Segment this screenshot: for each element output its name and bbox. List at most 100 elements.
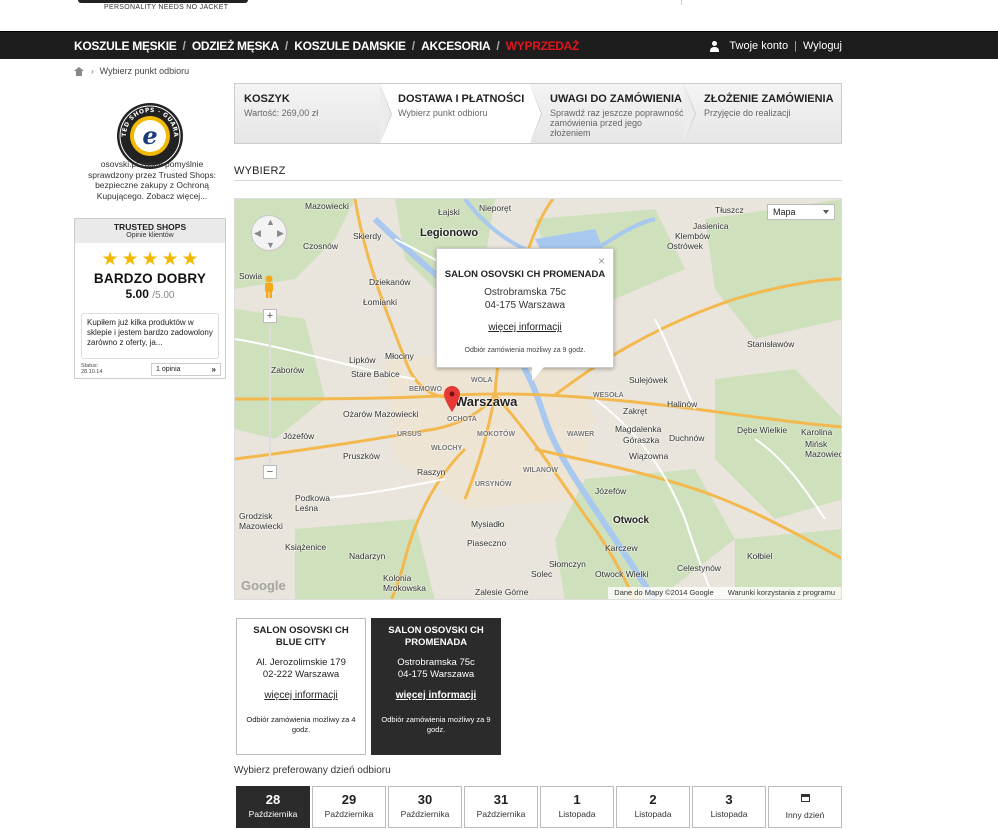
day-number: 30 [417, 792, 433, 807]
status-date: 28.10.14 [81, 369, 103, 375]
zoom-in-button[interactable]: + [263, 309, 277, 323]
day-month: Października [324, 809, 374, 819]
infowindow-more-link[interactable]: więcej informacji [437, 322, 613, 333]
store-more-link[interactable]: więcej informacji [237, 690, 365, 701]
pan-control[interactable]: ▲ ▼ ◀ ▶ [251, 215, 287, 251]
close-icon[interactable]: × [598, 254, 605, 268]
widget-subtitle: Opinie klientów [126, 232, 174, 239]
google-logo: Google [241, 578, 286, 593]
map-label: Podkowa Leśna [295, 493, 330, 513]
step-dostawa[interactable]: DOSTAWA I PŁATNOŚCI Wybierz punkt odbior… [380, 84, 542, 143]
other-day-button[interactable]: Inny dzień [768, 786, 842, 828]
step-uwagi: UWAGI DO ZAMÓWIENIA Sprawdź raz jeszcze … [530, 84, 696, 143]
map-label: Magdalenka [615, 424, 662, 434]
map-label: Raszyn [417, 467, 446, 477]
map-terms-link[interactable]: Warunki korzystania z programu [728, 588, 835, 597]
pan-up-icon[interactable]: ▲ [266, 217, 275, 227]
day-option[interactable]: 28 Października [236, 786, 310, 828]
day-option[interactable]: 30 Października [388, 786, 462, 828]
breadcrumb: › Wybierz punkt odbioru [74, 66, 189, 76]
pan-left-icon[interactable]: ◀ [254, 228, 261, 239]
day-option[interactable]: 31 Października [464, 786, 538, 828]
day-option[interactable]: 2 Listopada [616, 786, 690, 828]
map-label: Tłuszcz [715, 205, 744, 215]
breadcrumb-current: Wybierz punkt odbioru [99, 66, 190, 76]
map-label: Sulejówek [629, 375, 668, 385]
step-title: ZŁOŻENIE ZAMÓWIENIA [704, 93, 834, 105]
account-link[interactable]: Twoje konto [729, 40, 788, 52]
nav-separator: / [182, 39, 186, 53]
chevron-down-icon [823, 210, 829, 214]
pickup-map[interactable]: Mazowiecki Łajski Nieporęt Tłuszcz Skier… [234, 198, 842, 600]
pan-down-icon[interactable]: ▼ [266, 240, 275, 250]
map-label: Ożarów Mazowiecki [343, 409, 419, 419]
nav-koszule-meskie[interactable]: KOSZULE MĘSKIE [74, 39, 177, 53]
reviews-count-button[interactable]: 1 opinia » [151, 362, 221, 376]
step-title: UWAGI DO ZAMÓWIENIA [550, 93, 682, 105]
day-month: Listopada [558, 809, 596, 819]
store-card-blue-city[interactable]: SALON OSOVSKI CH BLUE CITY Al. Jerozolim… [236, 618, 366, 755]
nav-wyprzedaz[interactable]: WYPRZEDAŻ [506, 39, 580, 53]
trusted-shops-text[interactable]: osovski.pl został pomyślnie sprawdzony p… [78, 159, 226, 201]
map-label: Czosnów [303, 241, 338, 251]
store-street: Ostrobramska 75c [397, 657, 475, 668]
zoom-out-button[interactable]: − [263, 465, 277, 479]
map-label: Młociny [385, 351, 414, 361]
main-nav: KOSZULE MĘSKIE / ODZIEŻ MĘSKA / KOSZULE … [0, 31, 998, 59]
store-street: Al. Jerozolimskie 179 [256, 657, 346, 668]
map-label: Góraszka [623, 435, 660, 445]
infowindow-note: Odbiór zamówienia możliwy za 9 godz. [464, 347, 586, 354]
checkout-steps: KOSZYK Wartość: 269,00 zł DOSTAWA I PŁAT… [234, 83, 842, 144]
map-label: Kołbiel [747, 551, 773, 561]
rating-score: 5.00 /5.00 [75, 287, 225, 301]
map-label: Legionowo [420, 227, 479, 239]
map-marker-icon[interactable] [444, 386, 460, 412]
nav-akcesoria[interactable]: AKCESORIA [421, 39, 491, 53]
badge-letter: e [142, 121, 157, 150]
step-koszyk[interactable]: KOSZYK Wartość: 269,00 zł [235, 84, 392, 143]
step-subtitle: Sprawdź raz jeszcze poprawność zamówieni… [550, 108, 684, 138]
map-label: Solec [531, 569, 553, 579]
pan-right-icon[interactable]: ▶ [277, 228, 284, 239]
store-note: Odbiór zamówienia możliwy za 9 godz. [381, 715, 491, 734]
day-option[interactable]: 1 Listopada [540, 786, 614, 828]
map-label: Stare Babice [351, 369, 400, 379]
logout-link[interactable]: Wyloguj [803, 40, 842, 52]
map-label: Mazowiecki [305, 201, 349, 211]
map-label: Łajski [438, 207, 460, 217]
map-label: Józefów [283, 431, 315, 441]
street-view-pegman-icon[interactable] [263, 275, 275, 299]
map-label: Zaborów [271, 365, 305, 375]
map-label: Słomczyn [549, 559, 586, 569]
review-snippet[interactable]: Kupiłem już kilka produktów w sklepie i … [81, 313, 219, 359]
store-card-promenada[interactable]: SALON OSOVSKI CH PROMENADA Ostrobramska … [371, 618, 501, 755]
map-type-select[interactable]: Mapa [767, 204, 835, 220]
day-number: 31 [493, 792, 509, 807]
map-type-value: Mapa [773, 207, 796, 217]
home-icon[interactable] [74, 66, 84, 76]
map-label: Sowia [239, 271, 263, 281]
calendar-icon [800, 794, 810, 802]
map-label: Mińsk Mazowiecki [805, 439, 841, 459]
nav-odziez-meska[interactable]: ODZIEŻ MĘSKA [192, 39, 279, 53]
pickup-day-label: Wybierz preferowany dzień odbioru [234, 765, 391, 776]
map-label: Grodzisk Mazowiecki [239, 511, 283, 531]
store-city: 04-175 Warszawa [397, 669, 475, 680]
reviews-count: 1 opinia [156, 365, 181, 373]
logo[interactable] [78, 0, 248, 3]
widget-title: TRUSTED SHOPS [113, 222, 187, 232]
account-separator: | [794, 40, 797, 52]
step-subtitle: Wartość: 269,00 zł [244, 108, 319, 118]
day-month: Listopada [634, 809, 672, 819]
day-option[interactable]: 3 Listopada [692, 786, 766, 828]
store-more-link[interactable]: więcej informacji [372, 690, 500, 701]
store-city: 02-222 Warszawa [262, 669, 340, 680]
map-label: WŁOCHY [431, 445, 463, 452]
map-label: Otwock Wielki [595, 569, 649, 579]
zoom-slider[interactable] [269, 325, 271, 465]
map-label: Halinów [667, 399, 698, 409]
nav-koszule-damskie[interactable]: KOSZULE DAMSKIE [294, 39, 406, 53]
day-option[interactable]: 29 Października [312, 786, 386, 828]
map-label: Książenice [285, 542, 327, 552]
trusted-shops-widget[interactable]: TRUSTED SHOPS Opinie klientów ★ ★ ★ ★ ★ … [74, 218, 226, 379]
